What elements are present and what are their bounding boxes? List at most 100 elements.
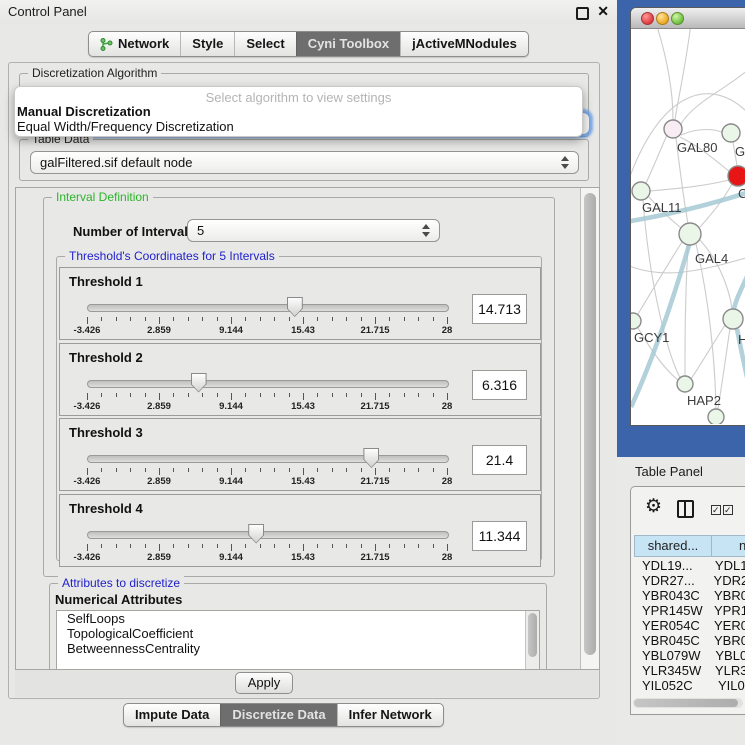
slider-tick	[159, 393, 160, 400]
slider-tick	[87, 468, 88, 475]
tab-infer-network[interactable]: Infer Network	[337, 704, 443, 726]
threshold-value-field[interactable]: 21.4	[472, 445, 527, 475]
tab-impute-data[interactable]: Impute Data	[124, 704, 220, 726]
columns-icon[interactable]	[677, 500, 694, 518]
tab-cyni-toolbox[interactable]: Cyni Toolbox	[296, 32, 400, 56]
cyni-main-panel: Discretization Algorithm Select algorith…	[8, 62, 600, 699]
apply-button[interactable]: Apply	[235, 672, 293, 694]
table-horizontal-scrollbar[interactable]	[633, 698, 743, 708]
list-item-betweennesscentrality[interactable]: BetweennessCentrality	[57, 641, 539, 656]
cell-shared-name: YBR043C	[634, 588, 707, 603]
zoom-traffic-light-icon[interactable]	[671, 12, 684, 25]
number-of-intervals-spinner[interactable]: 5	[187, 219, 440, 242]
tab-discretize-data[interactable]: Discretize Data	[220, 704, 336, 726]
table-row[interactable]: YPR145WYPR1	[634, 603, 745, 618]
slider-tick	[116, 544, 117, 548]
tab-style[interactable]: Style	[180, 32, 234, 56]
network-window-titlebar[interactable]	[631, 8, 745, 29]
checkbox-icon-1[interactable]: ✓	[711, 505, 721, 515]
threshold-value-field[interactable]: 14.713	[472, 294, 527, 324]
close-icon[interactable]: ✕	[597, 3, 609, 20]
tab-jactivemnodules[interactable]: jActiveMNodules	[400, 32, 528, 56]
table-row[interactable]: YBR045CYBR0	[634, 633, 745, 648]
node-label: GAL11	[642, 200, 682, 215]
float-icon[interactable]	[576, 7, 589, 20]
slider-tick	[116, 317, 117, 321]
minimize-traffic-light-icon[interactable]	[656, 12, 669, 25]
dropdown-placeholder-item[interactable]: Select algorithm to view settings	[15, 90, 582, 105]
network-node-GAL80[interactable]	[664, 120, 682, 138]
threshold-slider-thumb[interactable]	[287, 297, 303, 317]
list-item-topologicalcoefficient[interactable]: TopologicalCoefficient	[57, 626, 539, 641]
network-node-GAL11[interactable]	[632, 182, 650, 200]
column-header-shared[interactable]: shared...	[634, 535, 711, 557]
slider-tick	[404, 393, 405, 397]
slider-tick	[188, 468, 189, 472]
list-item-selfloops[interactable]: SelfLoops	[57, 611, 539, 626]
network-node-H[interactable]	[723, 309, 743, 329]
threshold-slider-track[interactable]	[87, 455, 449, 463]
combo-stepper-icon[interactable]	[561, 156, 570, 169]
settings-viewport: Interval Definition Number of Intervals …	[16, 188, 580, 669]
slider-tick	[289, 317, 290, 321]
slider-tick	[173, 544, 174, 548]
table-row[interactable]: YIL052CYIL0	[634, 678, 745, 693]
network-edge	[656, 29, 673, 120]
table-data-combobox[interactable]: galFiltered.sif default node	[30, 151, 579, 174]
slider-tick	[447, 317, 448, 324]
threshold-slider-track[interactable]	[87, 380, 449, 388]
slider-tick	[303, 393, 304, 400]
network-edge	[675, 29, 691, 120]
network-icon	[100, 38, 113, 51]
threshold-slider-thumb[interactable]	[248, 524, 264, 544]
threshold-coordinates-label: Threshold's Coordinates for 5 Intervals	[65, 249, 279, 263]
table-row[interactable]: YDL19...YDL1	[634, 558, 745, 573]
threshold-slider-track[interactable]	[87, 531, 449, 539]
spinner-stepper-icon[interactable]	[422, 224, 431, 237]
slider-tick-label: 15.43	[291, 552, 315, 563]
app-root: Control Panel ✕ Network Style Select Cyn…	[0, 0, 745, 745]
column-header-name[interactable]: name	[711, 535, 745, 557]
threshold-slider-thumb[interactable]	[191, 373, 207, 393]
cell-shared-name: YBL079W	[634, 648, 708, 663]
network-node-GA[interactable]	[722, 124, 740, 142]
slider-tick	[145, 393, 146, 397]
settings-vertical-scrollbar[interactable]	[580, 188, 599, 669]
threshold-label: Threshold 2	[69, 350, 143, 365]
slider-tick	[303, 317, 304, 324]
tab-select[interactable]: Select	[234, 32, 295, 56]
network-node-HAP2[interactable]	[677, 376, 693, 392]
threshold-value-field[interactable]: 11.344	[472, 521, 527, 551]
checkbox-icon-2[interactable]: ✓	[723, 505, 733, 515]
network-node-partial[interactable]	[708, 409, 724, 424]
scrollbar-thumb[interactable]	[584, 193, 596, 655]
table-row[interactable]: YER054CYER0	[634, 618, 745, 633]
slider-tick-label: 2.859	[147, 476, 171, 487]
table-row[interactable]: YDR27...YDR2	[634, 573, 745, 588]
slider-tick	[433, 468, 434, 472]
network-node-GAL4[interactable]	[679, 223, 701, 245]
threshold-value-field[interactable]: 6.316	[472, 370, 527, 400]
slider-tick-label: 9.144	[219, 552, 243, 563]
slider-tick	[274, 468, 275, 472]
network-node-C[interactable]	[728, 166, 745, 186]
threshold-row-2: Threshold 2-3.4262.8599.14415.4321.71528…	[59, 343, 541, 416]
cell-name: YDL1	[708, 558, 745, 573]
network-node-GCY1[interactable]	[631, 313, 641, 329]
table-row[interactable]: YLR345WYLR3	[634, 663, 745, 678]
attributes-list-scrollbar[interactable]	[525, 611, 539, 669]
interval-definition-label: Interval Definition	[52, 190, 153, 204]
dropdown-item-manual-discretization[interactable]: Manual Discretization	[17, 104, 151, 119]
close-traffic-light-icon[interactable]	[641, 12, 654, 25]
tab-network[interactable]: Network	[89, 32, 180, 56]
network-canvas[interactable]: GAL80GACGAL11GAL4GCY1HHAP2	[631, 29, 745, 424]
threshold-slider-track[interactable]	[87, 304, 449, 312]
slider-tick	[145, 317, 146, 321]
slider-tick	[231, 544, 232, 551]
control-panel: Control Panel ✕ Network Style Select Cyn…	[0, 0, 617, 745]
table-row[interactable]: YBL079WYBL0	[634, 648, 745, 663]
dropdown-item-equal-width-frequency[interactable]: Equal Width/Frequency Discretization	[17, 119, 234, 134]
table-row[interactable]: YBR043CYBR0	[634, 588, 745, 603]
gear-icon[interactable]: ⚙	[645, 497, 662, 516]
threshold-slider-thumb[interactable]	[363, 448, 379, 468]
